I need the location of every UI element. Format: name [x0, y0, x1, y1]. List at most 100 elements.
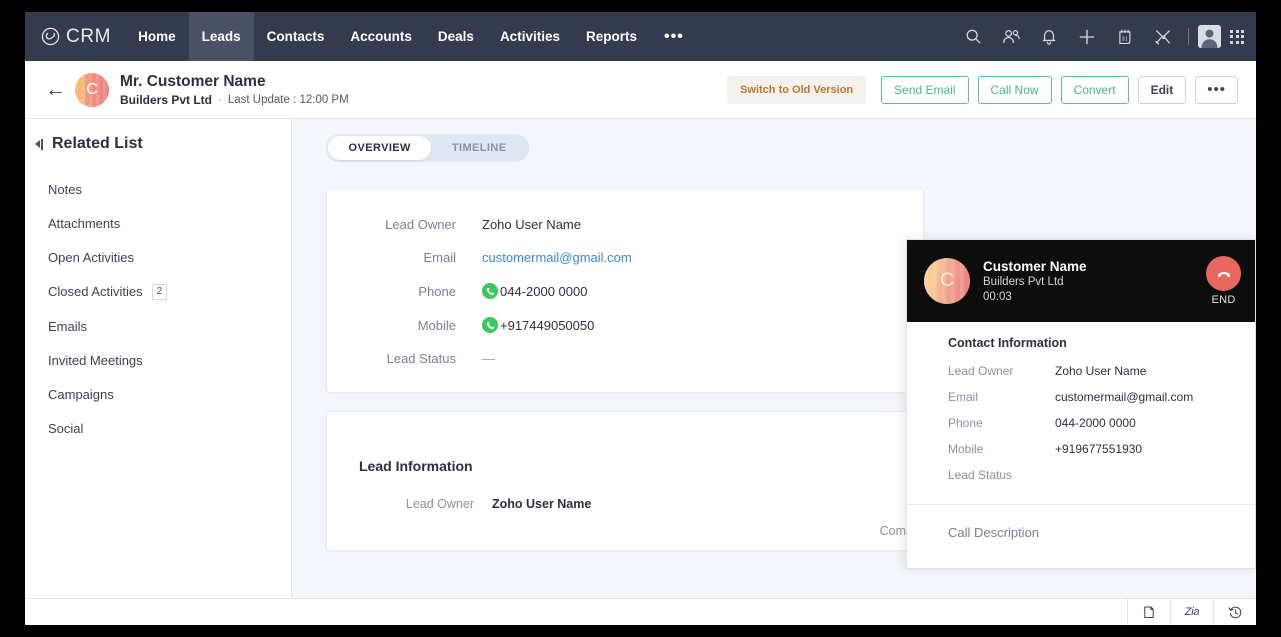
chat-icon[interactable]	[1127, 599, 1170, 625]
page-title: Mr. Customer Name	[120, 72, 266, 90]
main-content: OVERVIEW TIMELINE Lead Owner Zoho User N…	[292, 119, 1256, 625]
sidebar-item-emails[interactable]: Emails	[25, 309, 291, 343]
hang-up-icon	[1206, 256, 1241, 291]
sidebar-item-label: Open Activities	[48, 249, 134, 265]
end-call-button[interactable]: END	[1206, 256, 1241, 306]
record-titles: Mr. Customer Name Builders Pvt Ltd · Las…	[120, 73, 349, 107]
nav-divider	[1188, 28, 1189, 45]
calendar-day-text: 31	[1121, 36, 1127, 42]
call-timer: 00:03	[983, 291, 1012, 303]
call-now-button[interactable]: Call Now	[977, 75, 1052, 104]
nav-item-accounts[interactable]: Accounts	[337, 12, 425, 61]
nav-item-more[interactable]: •••	[650, 12, 698, 61]
edit-button[interactable]: Edit	[1137, 75, 1187, 104]
user-avatar[interactable]	[1198, 25, 1221, 48]
sidebar-item-label: Attachments	[48, 215, 121, 231]
field-value-phone-wrap: 044-2000 0000	[482, 283, 587, 299]
nav-item-deals[interactable]: Deals	[425, 12, 487, 61]
more-actions-button[interactable]: •••	[1195, 75, 1238, 104]
record-last-update: Last Update : 12:00 PM	[227, 93, 349, 106]
nav-item-home[interactable]: Home	[125, 12, 189, 61]
search-icon[interactable]	[954, 12, 992, 61]
send-email-button[interactable]: Send Email	[881, 75, 969, 104]
field-label: Phone	[418, 283, 456, 299]
lead-info-row-lead-owner: Lead Owner Zoho User Name	[327, 497, 923, 511]
record-header: ← C Mr. Customer Name Builders Pvt Ltd ·…	[25, 61, 1256, 119]
field-value-lead-status: —	[482, 351, 495, 366]
nav-items: Home Leads Contacts Accounts Deals Activ…	[125, 12, 698, 61]
collapse-panel-icon[interactable]	[35, 138, 43, 150]
bell-icon[interactable]	[1030, 12, 1068, 61]
nav-item-contacts[interactable]: Contacts	[254, 12, 338, 61]
field-label: Email	[948, 390, 979, 404]
field-value-mobile-wrap: +917449050050	[482, 317, 594, 333]
back-arrow-icon[interactable]: ←	[45, 79, 75, 100]
crm-logo[interactable]: CRM	[25, 12, 125, 61]
call-popup-avatar: C	[924, 258, 970, 304]
field-label: Mobile	[417, 317, 456, 333]
tab-overview[interactable]: OVERVIEW	[328, 136, 432, 160]
sidebar-item-label: Campaigns	[48, 386, 114, 402]
field-row-lead-owner: Lead Owner Zoho User Name	[327, 217, 923, 232]
sidebar-item-invited-meetings[interactable]: Invited Meetings	[25, 343, 291, 377]
end-call-label: END	[1211, 294, 1236, 306]
lead-information-title: Lead Information	[359, 458, 473, 474]
field-value-mobile: +919677551930	[1055, 442, 1143, 456]
top-navigation-bar: CRM Home Leads Contacts Accounts Deals A…	[25, 12, 1256, 61]
sidebar-item-notes[interactable]: Notes	[25, 172, 291, 206]
field-row-email: Email customermail@gmail.com	[327, 250, 923, 265]
record-separator: ·	[218, 93, 222, 106]
call-popup-avatar-initial: C	[940, 270, 954, 291]
record-actions: Switch to Old Version Send Email Call No…	[727, 75, 1238, 104]
sidebar-item-closed-activities[interactable]: Closed Activities 2	[25, 274, 291, 309]
field-value-email[interactable]: customermail@gmail.com	[482, 250, 632, 265]
field-label: Email	[423, 250, 456, 265]
tab-timeline[interactable]: TIMELINE	[431, 136, 527, 160]
plus-icon[interactable]	[1068, 12, 1106, 61]
nav-item-reports[interactable]: Reports	[573, 12, 650, 61]
field-label: Lead Owner	[405, 497, 474, 511]
tab-bar: OVERVIEW TIMELINE	[326, 134, 529, 162]
call-description-input[interactable]: Call Description	[907, 505, 1255, 568]
sidebar-item-social[interactable]: Social	[25, 411, 291, 445]
related-list-sidebar: Related List Notes Attachments Open Acti…	[25, 119, 292, 625]
nav-item-activities[interactable]: Activities	[487, 12, 573, 61]
sidebar-item-label: Closed Activities	[48, 284, 143, 299]
convert-button[interactable]: Convert	[1060, 75, 1129, 104]
field-value-lead-owner: Zoho User Name	[482, 217, 581, 232]
record-avatar-initial: C	[86, 80, 98, 98]
field-value-mobile: +917449050050	[500, 317, 595, 333]
phone-call-icon[interactable]	[482, 283, 498, 299]
users-icon[interactable]	[992, 12, 1030, 61]
field-label: Phone	[948, 416, 983, 430]
zia-icon[interactable]: Zia	[1170, 599, 1213, 625]
call-popup-contact-information: Contact Information Lead Owner Zoho User…	[907, 322, 1255, 505]
nav-item-leads[interactable]: Leads	[188, 12, 254, 61]
tools-icon[interactable]	[1144, 12, 1182, 61]
field-label: Lead Status	[948, 468, 1013, 482]
sidebar-item-label: Invited Meetings	[48, 352, 143, 368]
call-popup-meta: Customer Name Builders Pvt Ltd 00:03	[983, 259, 1087, 303]
popup-row-lead-status: Lead Status	[907, 462, 1255, 488]
recent-history-icon[interactable]	[1213, 599, 1256, 625]
switch-to-old-version-button[interactable]: Switch to Old Version	[727, 75, 867, 104]
sidebar-item-attachments[interactable]: Attachments	[25, 206, 291, 240]
phone-call-icon[interactable]	[482, 317, 498, 333]
field-value-phone: 044-2000 0000	[1055, 416, 1136, 430]
sidebar-item-badge: 2	[151, 283, 168, 300]
sidebar-item-campaigns[interactable]: Campaigns	[25, 377, 291, 411]
sidebar-item-open-activities[interactable]: Open Activities	[25, 240, 291, 274]
lead-information-card: Lead Information Lead Owner Zoho User Na…	[326, 411, 924, 551]
record-company: Builders Pvt Ltd	[120, 92, 213, 107]
field-value-lead-owner: Zoho User Name	[1055, 364, 1147, 378]
sidebar-item-label: Notes	[48, 181, 82, 197]
field-value-email: customermail@gmail.com	[1055, 390, 1194, 404]
calendar-icon[interactable]: 31	[1106, 12, 1144, 61]
popup-row-lead-owner: Lead Owner Zoho User Name	[907, 358, 1255, 384]
field-value-lead-owner: Zoho User Name	[492, 497, 592, 511]
popup-row-phone: Phone 044-2000 0000	[907, 410, 1255, 436]
field-label: Lead Status	[386, 351, 456, 366]
field-row-lead-status: Lead Status —	[327, 351, 923, 366]
app-window: CRM Home Leads Contacts Accounts Deals A…	[25, 12, 1256, 625]
apps-grid-icon[interactable]	[1230, 29, 1244, 44]
